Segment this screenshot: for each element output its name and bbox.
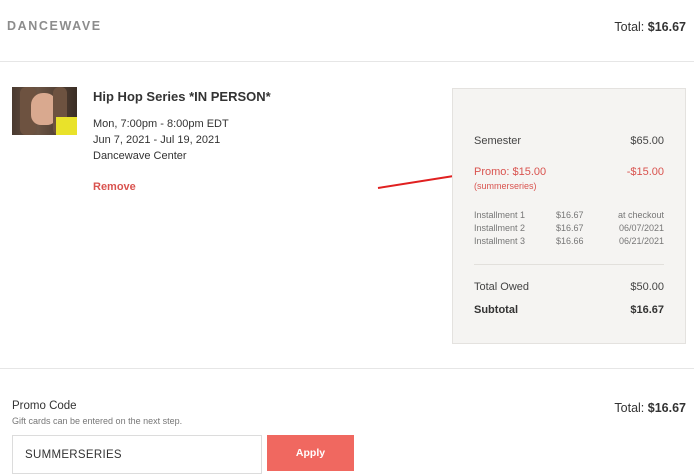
checkout-header: DANCEWAVE Total: $16.67 xyxy=(0,0,694,62)
header-total: Total: $16.67 xyxy=(614,20,686,34)
total-owed-label: Total Owed xyxy=(474,281,530,293)
installment-row: Installment 2 $16.67 06/07/2021 xyxy=(474,223,664,235)
apply-promo-button[interactable]: Apply xyxy=(267,435,354,471)
installment-amount: $16.66 xyxy=(556,236,584,246)
semester-row: Semester $65.00 xyxy=(474,135,664,147)
total-owed-row: Total Owed $50.00 xyxy=(474,281,664,293)
promo-code-input[interactable] xyxy=(12,435,262,474)
brand-logo[interactable]: DANCEWAVE xyxy=(7,19,102,33)
class-title: Hip Hop Series *IN PERSON* xyxy=(93,89,271,104)
installment-name: Installment 3 xyxy=(474,236,526,246)
installment-due: 06/21/2021 xyxy=(618,236,664,246)
installment-name: Installment 2 xyxy=(474,223,526,233)
remove-link[interactable]: Remove xyxy=(93,181,136,193)
promo-discount-label: Promo: $15.00 xyxy=(474,166,547,178)
subtotal-label: Subtotal xyxy=(474,304,518,316)
installment-row: Installment 3 $16.66 06/21/2021 xyxy=(474,236,664,248)
class-dates: Jun 7, 2021 - Jul 19, 2021 xyxy=(93,134,221,146)
installment-due: 06/07/2021 xyxy=(618,223,664,233)
installment-name: Installment 1 xyxy=(474,210,526,220)
header-total-label: Total: xyxy=(614,20,645,34)
semester-label: Semester xyxy=(474,135,522,147)
class-location: Dancewave Center xyxy=(93,150,187,162)
installment-amount: $16.67 xyxy=(556,223,584,233)
footer-total: Total: $16.67 xyxy=(614,401,686,415)
promo-code-note: (summerseries) xyxy=(474,181,537,191)
promo-code-help: Gift cards can be entered on the next st… xyxy=(12,416,183,426)
section-divider xyxy=(0,368,694,369)
order-summary-panel: Semester $65.00 Promo: $15.00 -$15.00 (s… xyxy=(452,88,686,344)
footer-total-value: $16.67 xyxy=(647,401,686,415)
class-schedule: Mon, 7:00pm - 8:00pm EDT xyxy=(93,118,229,130)
promo-discount-value: -$15.00 xyxy=(626,166,664,178)
promo-discount-row: Promo: $15.00 -$15.00 xyxy=(474,166,664,178)
header-total-value: $16.67 xyxy=(647,20,686,34)
subtotal-row: Subtotal $16.67 xyxy=(474,304,664,316)
installment-row: Installment 1 $16.67 at checkout xyxy=(474,210,664,222)
installment-due: at checkout xyxy=(617,210,664,220)
promo-code-label: Promo Code xyxy=(12,400,77,412)
total-owed-value: $50.00 xyxy=(630,281,664,293)
subtotal-value: $16.67 xyxy=(630,304,664,316)
semester-value: $65.00 xyxy=(630,135,664,147)
footer-total-label: Total: xyxy=(614,401,645,415)
summary-divider xyxy=(474,264,664,265)
class-thumbnail-image xyxy=(12,87,77,135)
installment-amount: $16.67 xyxy=(556,210,584,220)
